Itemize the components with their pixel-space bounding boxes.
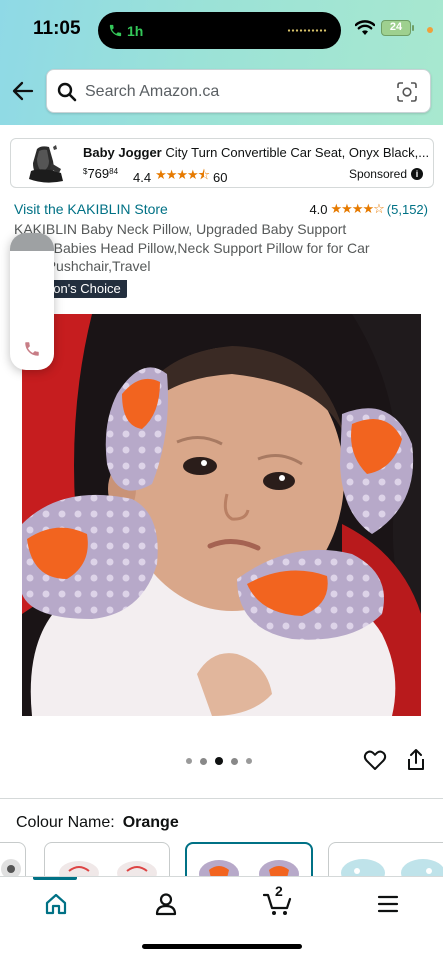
phone-icon — [109, 24, 122, 37]
star-rating-icon: ★★★★☆ — [330, 201, 385, 216]
call-duration: 1h — [127, 22, 144, 39]
colour-swatch[interactable] — [328, 842, 443, 878]
section-divider — [0, 798, 443, 799]
carousel-dots[interactable] — [186, 757, 252, 765]
star-rating-icon: ★★★★⯪ — [155, 167, 210, 182]
status-bar: 11:05 1h 24 — [0, 0, 443, 60]
colour-swatch-selected[interactable] — [185, 842, 313, 878]
rating-value: 4.0 — [309, 201, 328, 217]
search-icon — [57, 82, 77, 102]
carousel-dot[interactable] — [186, 758, 192, 764]
carousel-dot[interactable] — [246, 758, 252, 764]
share-icon[interactable] — [405, 748, 427, 772]
wifi-icon — [355, 20, 375, 35]
sponsored-product-banner[interactable]: Baby Jogger City Turn Convertible Car Se… — [10, 138, 434, 188]
dynamic-island[interactable]: 1h — [98, 12, 341, 49]
phone-icon[interactable] — [23, 340, 41, 358]
visit-store-link[interactable]: Visit the KAKIBLIN Store — [14, 201, 168, 217]
privacy-indicator — [427, 27, 433, 33]
sponsored-title[interactable]: Baby Jogger City Turn Convertible Car Se… — [83, 145, 428, 160]
colour-label: Colour Name: — [16, 814, 115, 831]
sponsored-rating: 4.4 ★★★★⯪ 60 — [133, 166, 227, 188]
battery-icon: 24 — [381, 20, 414, 36]
home-indicator[interactable] — [142, 944, 302, 949]
sponsored-label[interactable]: Sponsored i — [349, 167, 423, 181]
back-arrow-icon[interactable] — [10, 78, 36, 104]
audio-waveform-icon — [287, 29, 327, 32]
colour-value: Orange — [122, 814, 179, 831]
search-input[interactable]: Search Amazon.ca — [46, 69, 431, 113]
active-tab-indicator — [33, 877, 77, 880]
active-call-indicator[interactable]: 1h — [108, 20, 143, 41]
swatch-thumbnail — [1, 859, 21, 878]
account-icon[interactable] — [153, 891, 179, 917]
cart-count-badge: 2 — [275, 883, 283, 899]
carousel-dot[interactable] — [231, 757, 238, 765]
sponsored-price: $76984 — [83, 166, 119, 181]
swatch-thumbnail — [341, 859, 443, 878]
status-time: 11:05 — [33, 18, 81, 39]
floating-call-widget[interactable] — [10, 233, 54, 370]
carousel-dot[interactable] — [200, 757, 207, 765]
info-icon[interactable]: i — [411, 168, 423, 180]
search-placeholder: Search Amazon.ca — [85, 83, 220, 100]
colour-swatch[interactable] — [0, 842, 26, 878]
colour-name-row: Colour Name: Orange — [16, 814, 179, 832]
product-image[interactable] — [22, 314, 421, 716]
home-icon[interactable] — [43, 891, 69, 917]
camera-search-icon[interactable] — [396, 81, 418, 103]
car-seat-thumbnail — [29, 145, 63, 183]
colour-swatches[interactable] — [0, 842, 443, 878]
review-count[interactable]: (5,152) — [387, 202, 428, 217]
swatch-thumbnail — [59, 861, 157, 878]
carousel-dot-active[interactable] — [215, 757, 223, 765]
heart-icon[interactable] — [363, 748, 387, 772]
product-rating[interactable]: 4.0 ★★★★☆ (5,152) — [309, 201, 428, 217]
menu-icon[interactable] — [375, 891, 401, 917]
sponsored-brand: Baby Jogger — [83, 145, 162, 160]
sponsored-title-text: City Turn Convertible Car Seat, Onyx Bla… — [161, 145, 428, 160]
call-widget-cap — [10, 233, 54, 251]
colour-swatch[interactable] — [44, 842, 170, 878]
swatch-thumbnail — [199, 860, 299, 878]
product-title: KAKIBLIN Baby Neck Pillow, Upgraded Baby… — [14, 221, 370, 274]
